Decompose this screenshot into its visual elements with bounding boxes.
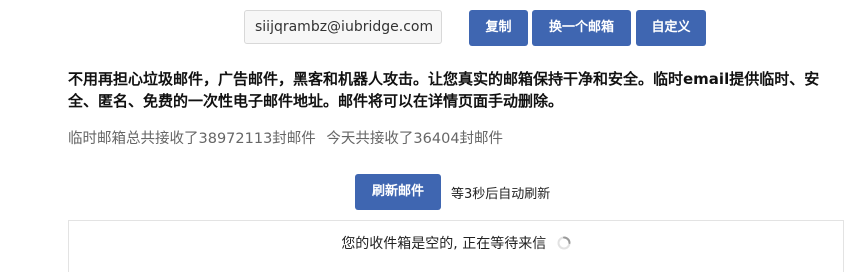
- inbox-empty-row: 您的收件箱是空的, 正在等待来信: [69, 233, 843, 253]
- auto-refresh-note: 等3秒后自动刷新: [451, 187, 551, 202]
- loading-spinner-icon: [557, 236, 571, 250]
- custom-email-button[interactable]: 自定义: [636, 10, 706, 46]
- inbox-empty-message: 您的收件箱是空的, 正在等待来信: [341, 236, 547, 252]
- refresh-mail-button[interactable]: 刷新邮件: [355, 174, 441, 210]
- email-address-text: siijqrambz@iubridge.com: [255, 19, 434, 35]
- mail-stats: 临时邮箱总共接收了38972113封邮件 今天共接收了36404封邮件: [68, 127, 503, 148]
- today-received-text: 今天共接收了36404封邮件: [326, 131, 504, 147]
- copy-button[interactable]: 复制: [469, 10, 528, 46]
- total-received-text: 临时邮箱总共接收了38972113封邮件: [68, 131, 316, 147]
- inbox-panel: 您的收件箱是空的, 正在等待来信: [68, 220, 844, 272]
- email-address-field[interactable]: siijqrambz@iubridge.com: [244, 10, 442, 44]
- intro-headline: 不用再担心垃圾邮件，广告邮件，黑客和机器人攻击。让您真实的邮箱保持干净和安全。临…: [68, 70, 820, 110]
- change-email-button[interactable]: 换一个邮箱: [532, 10, 631, 46]
- temp-mail-page: siijqrambz@iubridge.com 复制 换一个邮箱 自定义 不用再…: [0, 0, 867, 272]
